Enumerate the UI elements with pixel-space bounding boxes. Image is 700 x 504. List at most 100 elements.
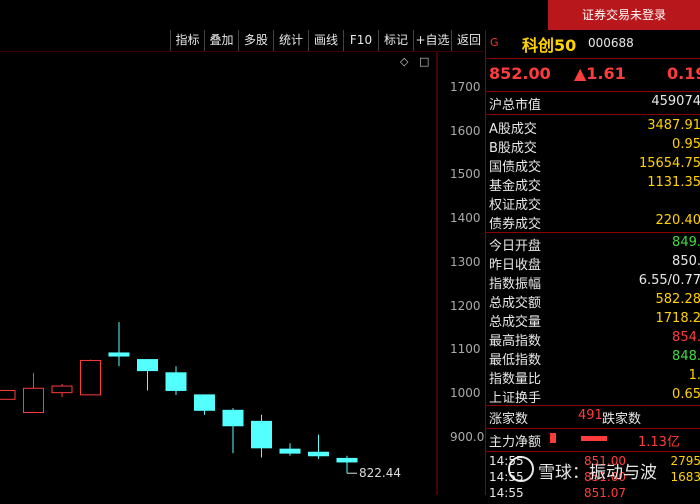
chart-square-icon[interactable]: □: [419, 55, 429, 68]
toolbar-add-watchlist-button[interactable]: +自选: [413, 30, 451, 51]
stat-label: 昨日收盘: [489, 254, 541, 273]
divider: [486, 428, 700, 429]
stat-label: 国债成交: [489, 156, 541, 175]
stat-label: 上证换手: [489, 387, 541, 406]
kline-chart[interactable]: 822.44: [0, 52, 485, 495]
toolbar-mark-button[interactable]: 标记: [378, 30, 413, 51]
stat-value: 854.: [672, 330, 700, 345]
y-tick-label: 900.0: [450, 430, 484, 444]
stat-value: 849.: [672, 235, 700, 250]
y-tick-label: 1400: [450, 211, 481, 225]
chart-toolbar: 指标 叠加 多股 统计 画线 F10 标记 +自选 返回: [0, 30, 485, 52]
stat-row: 最低指数 848.: [486, 348, 700, 367]
low-annotation-label: 822.44: [359, 466, 401, 480]
stat-row: 权证成交: [486, 193, 700, 212]
quote-panel: G 科创50 000688 852.00 ▲1.61 0.19 沪总市值 459…: [485, 30, 700, 495]
y-tick-label: 1100: [450, 342, 481, 356]
candle-body: [195, 395, 215, 410]
divider: [486, 232, 700, 233]
chart-diamond-icon[interactable]: ◇: [400, 55, 408, 68]
toolbar-statistics-button[interactable]: 统计: [273, 30, 308, 51]
stat-row: 指数量比 1.: [486, 367, 700, 386]
main-flow-value: 1.13亿: [638, 431, 680, 450]
stat-row: 总成交量 1718.2: [486, 310, 700, 329]
stat-value: 6.55/0.77: [639, 273, 700, 288]
stat-value: 582.28: [656, 292, 700, 307]
price-row: 852.00 ▲1.61 0.19: [486, 58, 700, 92]
y-tick-label: 1300: [450, 255, 481, 269]
stat-row: B股成交 0.95: [486, 136, 700, 155]
quote-title-row: G 科创50 000688: [486, 30, 700, 58]
toolbar-indicators-button[interactable]: 指标: [170, 30, 204, 51]
fall-count-label: 跌家数: [602, 408, 641, 427]
stat-label: 今日开盘: [489, 235, 541, 254]
toolbar-back-button[interactable]: 返回: [451, 30, 486, 51]
index-code: 000688: [588, 36, 634, 50]
index-name: 科创50: [522, 32, 576, 56]
rise-fall-row: 涨家数 491 跌家数: [486, 407, 700, 426]
main-flow-label: 主力净额: [489, 431, 541, 450]
price-change: ▲1.61: [574, 64, 626, 83]
stat-row: A股成交3487.91: [486, 117, 700, 136]
price-change-pct: 0.19: [667, 64, 700, 83]
toolbar-overlay-button[interactable]: 叠加: [204, 30, 238, 51]
candle-body: [109, 353, 129, 356]
stat-label: 指数振幅: [489, 273, 541, 292]
tick-time: 14:55: [489, 486, 524, 500]
stat-value: 0.95: [672, 137, 700, 152]
g-marker: G: [490, 36, 499, 49]
candle-body: [52, 386, 72, 393]
candle-body: [81, 360, 101, 394]
stat-label: 权证成交: [489, 194, 541, 213]
candle-body: [309, 452, 329, 456]
divider: [486, 451, 700, 452]
y-tick-label: 1200: [450, 299, 481, 313]
stat-value: 0.65: [672, 387, 700, 402]
stat-row: 国债成交 15654.75: [486, 155, 700, 174]
stat-label: 总成交量: [489, 311, 541, 330]
stat-label: 最低指数: [489, 349, 541, 368]
stat-row: 指数振幅 6.55/0.77: [486, 272, 700, 291]
stat-value: 1718.2: [656, 311, 700, 326]
login-status-button[interactable]: 证券交易未登录: [548, 0, 700, 30]
main-flow-row: 主力净额 1.13亿: [486, 430, 700, 449]
tick-volume: 2795: [670, 454, 700, 468]
candle-body: [252, 421, 272, 447]
stat-value: 15654.75: [639, 156, 700, 171]
divider: [486, 114, 700, 115]
candle-body: [138, 360, 158, 371]
stat-label: 总成交额: [489, 292, 541, 311]
rise-count-label: 涨家数: [489, 408, 528, 427]
market-cap-value: 459074: [651, 94, 700, 109]
y-tick-label: 1600: [450, 124, 481, 138]
candle-body: [280, 449, 300, 453]
market-cap-label: 沪总市值: [489, 94, 541, 113]
stat-label: 债券成交: [489, 213, 541, 232]
stat-label: B股成交: [489, 137, 537, 156]
candle-body: [166, 373, 186, 391]
stat-row: 总成交额 582.28: [486, 291, 700, 310]
toolbar-multi-stock-button[interactable]: 多股: [238, 30, 273, 51]
candle-body: [223, 410, 243, 425]
stat-value: 3487.91: [647, 118, 700, 133]
stat-row: 昨日收盘 850.: [486, 253, 700, 272]
flow-indicator-icon: [550, 433, 556, 443]
stat-row: 今日开盘 849.: [486, 234, 700, 253]
candle-body: [0, 390, 15, 399]
stat-label: 基金成交: [489, 175, 541, 194]
stat-label: 指数量比: [489, 368, 541, 387]
stat-value: 1.: [689, 368, 700, 383]
stat-value: 848.: [672, 349, 700, 364]
stat-row: 债券成交220.40: [486, 212, 700, 231]
xueqiu-logo-icon: [508, 456, 534, 482]
market-cap-row: 沪总市值 459074: [486, 93, 700, 112]
candle-body: [24, 388, 44, 412]
toolbar-draw-line-button[interactable]: 画线: [308, 30, 343, 51]
top-bar: 证券交易未登录: [0, 0, 700, 30]
toolbar-f10-button[interactable]: F10: [343, 30, 378, 51]
tick-price: 851.07: [584, 486, 626, 500]
stat-label: 最高指数: [489, 330, 541, 349]
stat-value: 850.: [672, 254, 700, 269]
stat-row: 最高指数 854.: [486, 329, 700, 348]
flow-bar: [581, 436, 607, 441]
